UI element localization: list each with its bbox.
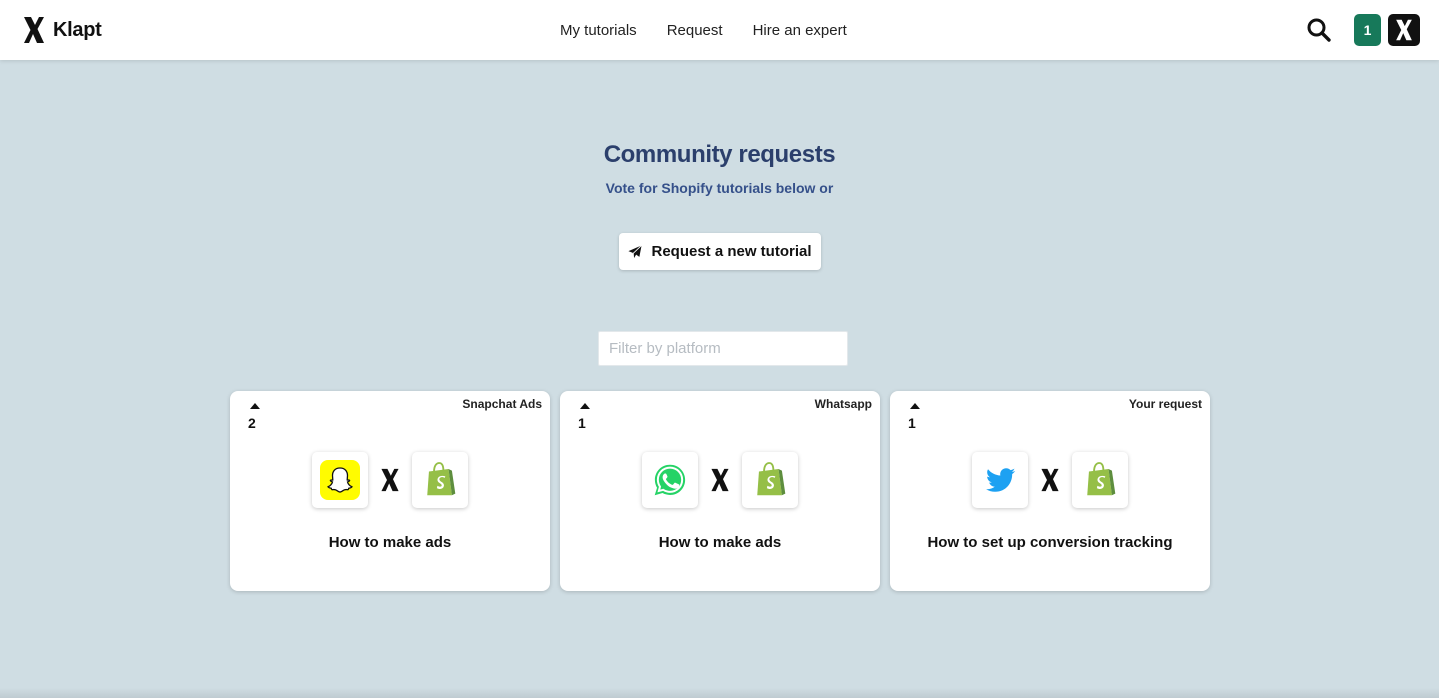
request-new-tutorial-label: Request a new tutorial	[651, 243, 812, 260]
platform-tag: Your request	[1128, 397, 1202, 411]
shopify-icon	[753, 461, 787, 499]
integration-logos	[890, 452, 1210, 508]
card-title: How to set up conversion tracking	[927, 534, 1173, 551]
snapchat-logo-box	[312, 452, 368, 508]
shopify-icon	[1083, 461, 1117, 499]
user-avatar[interactable]	[1388, 14, 1420, 46]
klapt-x-icon	[379, 468, 401, 492]
integration-logos	[560, 452, 880, 508]
vote-count: 1	[908, 415, 916, 431]
brand-logo[interactable]: Klapt	[22, 16, 102, 44]
page-title: Community requests	[603, 141, 836, 168]
klapt-x-logo-icon	[22, 16, 46, 44]
upvote-arrow-icon[interactable]	[909, 402, 921, 410]
platform-tag: Whatsapp	[814, 397, 872, 411]
request-card-twitter[interactable]: 1 Your request How to set up conversion …	[890, 391, 1210, 591]
upvote-arrow-icon[interactable]	[579, 402, 591, 410]
search-icon[interactable]	[1306, 17, 1332, 43]
vote-count: 2	[248, 415, 256, 431]
brand-name: Klapt	[53, 18, 102, 41]
klapt-x-logo-icon	[1394, 19, 1414, 41]
twitter-logo-box	[972, 452, 1028, 508]
platform-tag: Snapchat Ads	[462, 397, 542, 411]
request-card-whatsapp[interactable]: 1 Whatsapp How to make ads	[560, 391, 880, 591]
snapchat-icon	[320, 460, 360, 500]
top-navigation-bar: Klapt My tutorials Request Hire an exper…	[0, 0, 1439, 60]
nav-my-tutorials[interactable]: My tutorials	[560, 22, 637, 39]
shopify-logo-box	[412, 452, 468, 508]
request-new-tutorial-button[interactable]: Request a new tutorial	[619, 233, 821, 270]
whatsapp-logo-box	[642, 452, 698, 508]
filter-by-platform-input[interactable]	[598, 331, 848, 366]
integration-logos	[230, 452, 550, 508]
klapt-x-icon	[1039, 468, 1061, 492]
notification-count-badge[interactable]: 1	[1354, 14, 1381, 46]
shopify-icon	[423, 461, 457, 499]
request-card-snapchat[interactable]: 2 Snapchat Ads How to make ads	[230, 391, 550, 591]
klapt-x-icon	[709, 468, 731, 492]
nav-request[interactable]: Request	[667, 22, 723, 39]
whatsapp-icon	[652, 462, 688, 498]
card-title: How to make ads	[328, 534, 452, 551]
shopify-logo-box	[742, 452, 798, 508]
twitter-icon	[981, 461, 1019, 499]
upvote-arrow-icon[interactable]	[249, 402, 261, 410]
paper-plane-icon	[628, 244, 643, 259]
card-title: How to make ads	[658, 534, 782, 551]
nav-hire-an-expert[interactable]: Hire an expert	[753, 22, 847, 39]
footer-edge	[0, 688, 1439, 698]
shopify-logo-box	[1072, 452, 1128, 508]
main-nav: My tutorials Request Hire an expert	[560, 0, 847, 60]
vote-count: 1	[578, 415, 586, 431]
page-subtitle: Vote for Shopify tutorials below or	[605, 180, 834, 196]
